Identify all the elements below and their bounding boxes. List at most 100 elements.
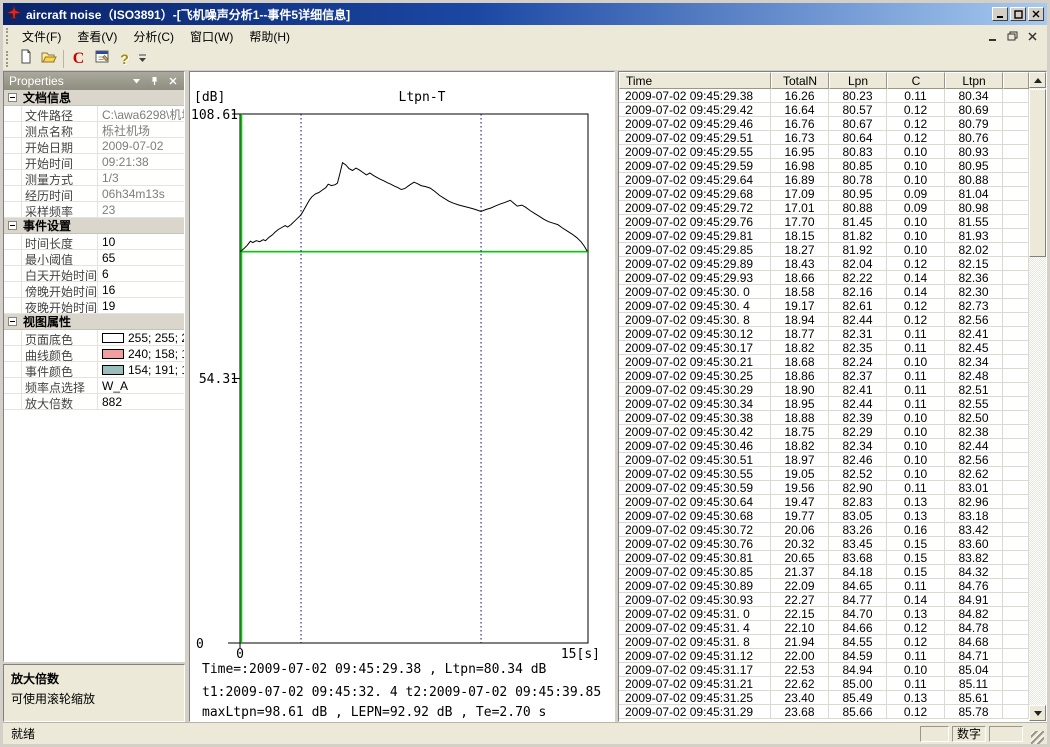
menubar-grip[interactable]: [6, 28, 11, 44]
table-row[interactable]: 2009-07-02 09:45:30.4618.8282.340.1082.4…: [619, 439, 1029, 453]
table-row[interactable]: 2009-07-02 09:45:30.1218.7782.310.1182.4…: [619, 327, 1029, 341]
property-value[interactable]: 栎社机场: [98, 122, 184, 137]
table-row[interactable]: 2009-07-02 09:45:29.6416.8980.780.1080.8…: [619, 173, 1029, 187]
minimize-button[interactable]: [992, 7, 1008, 21]
title-bar[interactable]: aircraft noise（ISO3891）-[飞机噪声分析1--事件5详细信…: [3, 3, 1047, 25]
table-row[interactable]: 2009-07-02 09:45:30.4218.7582.290.1082.3…: [619, 425, 1029, 439]
resize-grip[interactable]: [1031, 731, 1044, 744]
scrollbar-track[interactable]: [1029, 88, 1046, 705]
table-row[interactable]: 2009-07-02 09:45:30.3418.9582.440.1182.5…: [619, 397, 1029, 411]
column-header-totaln[interactable]: TotalN: [771, 72, 829, 89]
collapse-minus-icon[interactable]: [8, 221, 17, 230]
table-row[interactable]: 2009-07-02 09:45:30.8521.3784.180.1584.3…: [619, 565, 1029, 579]
table-row[interactable]: 2009-07-02 09:45:29.9318.6682.220.1482.3…: [619, 271, 1029, 285]
property-value[interactable]: 06h34m13s: [98, 186, 184, 201]
table-row[interactable]: 2009-07-02 09:45:31.1222.0084.590.1184.7…: [619, 649, 1029, 663]
table-row[interactable]: 2009-07-02 09:45:31. 022.1584.700.1384.8…: [619, 607, 1029, 621]
pin-icon[interactable]: [148, 75, 161, 88]
property-value[interactable]: 65: [98, 250, 184, 265]
mdi-restore-button[interactable]: [1005, 30, 1019, 43]
mdi-minimize-button[interactable]: [985, 30, 999, 43]
collapse-minus-icon[interactable]: [8, 317, 17, 326]
table-row[interactable]: 2009-07-02 09:45:31.1722.5384.940.1085.0…: [619, 663, 1029, 677]
new-document-button[interactable]: [14, 48, 37, 69]
table-row[interactable]: 2009-07-02 09:45:29.4616.7680.670.1280.7…: [619, 117, 1029, 131]
table-row[interactable]: 2009-07-02 09:45:30.5519.0582.520.1082.6…: [619, 467, 1029, 481]
property-value[interactable]: 10: [98, 234, 184, 249]
table-row[interactable]: 2009-07-02 09:45:29.5116.7380.640.1280.7…: [619, 131, 1029, 145]
table-row[interactable]: 2009-07-02 09:45:29.6817.0980.950.0981.0…: [619, 187, 1029, 201]
scrollbar-thumb[interactable]: [1029, 89, 1046, 257]
table-row[interactable]: 2009-07-02 09:45:29.8118.1581.820.1081.9…: [619, 229, 1029, 243]
column-header-c[interactable]: C: [887, 72, 945, 89]
table-row[interactable]: 2009-07-02 09:45:31.2122.6285.000.1185.1…: [619, 677, 1029, 691]
mdi-close-button[interactable]: [1025, 30, 1039, 43]
chevron-down-icon[interactable]: [130, 75, 143, 88]
table-row[interactable]: 2009-07-02 09:45:30. 018.5882.160.1482.3…: [619, 285, 1029, 299]
table-row[interactable]: 2009-07-02 09:45:30.9322.2784.770.1484.9…: [619, 593, 1029, 607]
table-row[interactable]: 2009-07-02 09:45:30.7220.0683.260.1683.4…: [619, 523, 1029, 537]
table-row[interactable]: 2009-07-02 09:45:31. 821.9484.550.1284.6…: [619, 635, 1029, 649]
properties-panel-header[interactable]: Properties: [4, 72, 184, 90]
table-row[interactable]: 2009-07-02 09:45:30.2118.6882.240.1082.3…: [619, 355, 1029, 369]
close-panel-icon[interactable]: [166, 75, 179, 88]
property-value[interactable]: 09:21:38: [98, 154, 184, 169]
column-header-ltpn[interactable]: Ltpn: [945, 72, 1003, 89]
scroll-up-button[interactable]: [1029, 72, 1046, 88]
property-value[interactable]: 16: [98, 282, 184, 297]
table-row[interactable]: 2009-07-02 09:45:31.2523.4085.490.1385.6…: [619, 691, 1029, 705]
table-row[interactable]: 2009-07-02 09:45:30.6419.4782.830.1382.9…: [619, 495, 1029, 509]
help-button[interactable]: ?: [113, 48, 136, 69]
table-row[interactable]: 2009-07-02 09:45:31. 422.1084.660.1284.7…: [619, 621, 1029, 635]
collapse-minus-icon[interactable]: [8, 93, 17, 102]
property-value[interactable]: 882: [98, 394, 184, 409]
open-file-button[interactable]: [37, 48, 60, 69]
property-value[interactable]: 154; 191; 18: [98, 362, 184, 377]
menu-item-4[interactable]: 帮助(H): [241, 27, 298, 47]
property-value[interactable]: W_A: [98, 378, 184, 393]
menu-item-0[interactable]: 文件(F): [14, 27, 69, 47]
table-row[interactable]: 2009-07-02 09:45:29.5516.9580.830.1080.9…: [619, 145, 1029, 159]
table-row[interactable]: 2009-07-02 09:45:30.3818.8882.390.1082.5…: [619, 411, 1029, 425]
property-value[interactable]: 1/3: [98, 170, 184, 185]
toolbar-grip[interactable]: [6, 51, 11, 67]
maximize-button[interactable]: [1010, 7, 1026, 21]
table-row[interactable]: 2009-07-02 09:45:30.8922.0984.650.1184.7…: [619, 579, 1029, 593]
property-section-header[interactable]: 事件设置: [4, 218, 184, 234]
table-row[interactable]: 2009-07-02 09:45:30.1718.8282.350.1182.4…: [619, 341, 1029, 355]
property-value[interactable]: 255; 255; 25: [98, 330, 184, 345]
ltpn-chart[interactable]: [dB] Ltpn-T 108.61 54.31 0 0 15[s] Time=…: [190, 72, 614, 721]
property-value[interactable]: 6: [98, 266, 184, 281]
table-row[interactable]: 2009-07-02 09:45:30.5118.9782.460.1082.5…: [619, 453, 1029, 467]
table-row[interactable]: 2009-07-02 09:45:30.5919.5682.900.1183.0…: [619, 481, 1029, 495]
table-row[interactable]: 2009-07-02 09:45:30.8120.6583.680.1583.8…: [619, 551, 1029, 565]
table-row[interactable]: 2009-07-02 09:45:29.7217.0180.880.0980.9…: [619, 201, 1029, 215]
property-section-header[interactable]: 视图属性: [4, 314, 184, 330]
chart-view[interactable]: [dB] Ltpn-T 108.61 54.31 0 0 15[s] Time=…: [189, 71, 615, 722]
table-row[interactable]: 2009-07-02 09:45:29.4216.6480.570.1280.6…: [619, 103, 1029, 117]
table-row[interactable]: 2009-07-02 09:45:29.3816.2680.230.1180.3…: [619, 89, 1029, 103]
column-header-lpn[interactable]: Lpn: [829, 72, 887, 89]
scroll-down-button[interactable]: [1029, 705, 1046, 721]
table-row[interactable]: 2009-07-02 09:45:30.2918.9082.410.1182.5…: [619, 383, 1029, 397]
table-row[interactable]: 2009-07-02 09:45:29.8518.2781.920.1082.0…: [619, 243, 1029, 257]
property-section-header[interactable]: 文档信息: [4, 90, 184, 106]
table-row[interactable]: 2009-07-02 09:45:30. 419.1782.610.1282.7…: [619, 299, 1029, 313]
property-value[interactable]: C:\awa6298\机场: [98, 106, 184, 121]
table-row[interactable]: 2009-07-02 09:45:29.8918.4382.040.1282.1…: [619, 257, 1029, 271]
menu-item-2[interactable]: 分析(C): [125, 27, 182, 47]
property-value[interactable]: 240; 158; 15: [98, 346, 184, 361]
table-row[interactable]: 2009-07-02 09:45:30. 818.9482.440.1282.5…: [619, 313, 1029, 327]
table-row[interactable]: 2009-07-02 09:45:29.7617.7081.450.1081.5…: [619, 215, 1029, 229]
table-row[interactable]: 2009-07-02 09:45:29.5916.9880.850.1080.9…: [619, 159, 1029, 173]
properties-button[interactable]: [90, 48, 113, 69]
table-row[interactable]: 2009-07-02 09:45:30.6819.7783.050.1383.1…: [619, 509, 1029, 523]
property-value[interactable]: 2009-07-02: [98, 138, 184, 153]
property-value[interactable]: 19: [98, 298, 184, 313]
column-header-time[interactable]: Time: [619, 72, 771, 89]
table-scrollbar[interactable]: [1029, 72, 1046, 721]
analysis-c-button[interactable]: C: [67, 48, 90, 69]
table-row[interactable]: 2009-07-02 09:45:30.7620.3283.450.1583.6…: [619, 537, 1029, 551]
menu-item-3[interactable]: 窗口(W): [182, 27, 241, 47]
toolbar-options-button[interactable]: [136, 48, 149, 69]
